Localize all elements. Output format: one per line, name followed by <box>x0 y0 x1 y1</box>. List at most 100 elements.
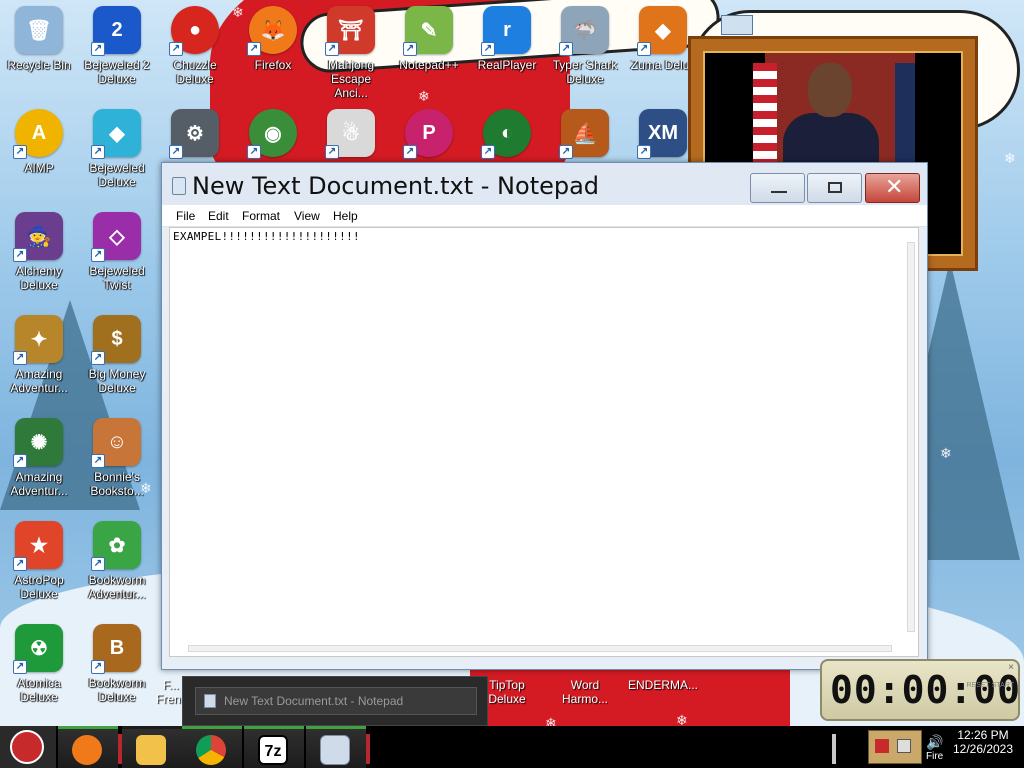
desktop-icon-realplayer[interactable]: r ↗ RealPlayer <box>468 0 546 100</box>
desktop-icon-amazing-adventures-1[interactable]: ✦ ↗ Amazing Adventur... <box>0 309 78 409</box>
desktop-icon-label-tiptop[interactable]: TipTop Deluxe <box>484 678 530 706</box>
menu-edit[interactable]: Edit <box>208 209 229 223</box>
gear-app-icon: ⚙ ↗ <box>169 109 219 159</box>
desktop-icon-label: Bonnie's Booksto... <box>90 470 144 498</box>
notepad-menu-bar: File Edit Format View Help <box>162 205 927 227</box>
shortcut-arrow-icon: ↗ <box>91 248 105 262</box>
taskbar-firefox[interactable] <box>58 726 118 768</box>
desktop-icon-alchemy-deluxe[interactable]: 🧙 ↗ Alchemy Deluxe <box>0 206 78 306</box>
desktop-icon-big-money-deluxe[interactable]: $ ↗ Big Money Deluxe <box>78 309 156 409</box>
desktop-icon-label: Recycle Bin <box>7 58 71 72</box>
desktop-icon-bejeweled-twist[interactable]: ◇ ↗ Bejeweled Twist <box>78 206 156 306</box>
bejeweled-twist-icon: ◇ ↗ <box>91 212 141 262</box>
desktop-icon-mahjong-escape[interactable]: ⛩ ↗ Mahjong Escape Anci... <box>312 0 390 100</box>
taskbar-file-explorer[interactable] <box>122 726 182 768</box>
notepad-title: New Text Document.txt - Notepad <box>192 172 600 200</box>
desktop-icon-chuzzle-deluxe[interactable]: ● ↗ Chuzzle Deluxe <box>156 0 234 100</box>
notepad-icon <box>320 735 350 765</box>
shortcut-arrow-icon: ↗ <box>325 42 339 56</box>
taskbar-thumbnail-preview[interactable]: New Text Document.txt - Notepad <box>182 676 488 726</box>
bejeweled-deluxe-icon: ◆ ↗ <box>91 109 141 159</box>
tray-flag-icon[interactable] <box>875 739 889 753</box>
timer-close-icon[interactable]: × <box>1008 662 1014 673</box>
snowflake: ❄ <box>545 715 557 726</box>
desktop-icon-firefox[interactable]: 🦊 ↗ Firefox <box>234 0 312 100</box>
desktop-icon-label: Bookworm Deluxe <box>88 676 146 704</box>
taskbar-notepad[interactable] <box>306 726 366 768</box>
clock-date: 12/26/2023 <box>952 742 1014 756</box>
desktop-icon-label: AIMP <box>24 161 54 175</box>
shortcut-arrow-icon: ↗ <box>91 660 105 674</box>
shortcut-arrow-icon: ↗ <box>91 351 105 365</box>
desktop-icon-bookworm-deluxe[interactable]: B ↗ Bookworm Deluxe <box>78 618 156 718</box>
notepad-title-bar[interactable]: New Text Document.txt - Notepad ✕ <box>162 163 927 205</box>
start-button[interactable] <box>0 726 56 768</box>
desktop-icon-amazing-adventures-2[interactable]: ✺ ↗ Amazing Adventur... <box>0 412 78 512</box>
shortcut-arrow-icon: ↗ <box>559 145 573 159</box>
minimize-button[interactable] <box>750 173 805 203</box>
zuma-deluxe-icon: ◆ ↗ <box>637 6 687 56</box>
desktop-icon-label: Atomica Deluxe <box>17 676 61 704</box>
notepad-window[interactable]: New Text Document.txt - Notepad ✕ File E… <box>161 162 928 670</box>
desktop-icon-label-word-harmony[interactable]: Word Harmo... <box>558 678 612 706</box>
desktop-icon-label: Bejeweled Twist <box>89 264 145 292</box>
shortcut-arrow-icon: ↗ <box>637 42 651 56</box>
timer-side-controls[interactable]: RESET START <box>967 681 1014 690</box>
desktop-icon-label: Big Money Deluxe <box>88 367 146 395</box>
notepad-plus-plus-icon: ✎ ↗ <box>403 6 453 56</box>
shortcut-arrow-icon: ↗ <box>13 145 27 159</box>
desktop-icon-typer-shark-deluxe[interactable]: 🦈 ↗ Typer Shark Deluxe <box>546 0 624 100</box>
menu-help[interactable]: Help <box>333 209 358 223</box>
menu-format[interactable]: Format <box>242 209 280 223</box>
desktop-icon-aimp[interactable]: A ↗ AIMP <box>0 103 78 203</box>
chrome-icon <box>196 735 226 765</box>
shortcut-arrow-icon: ↗ <box>169 145 183 159</box>
folder-icon <box>136 735 166 765</box>
shortcut-arrow-icon: ↗ <box>13 454 27 468</box>
desktop-icon-bookworm-adventures[interactable]: ✿ ↗ Bookworm Adventur... <box>78 515 156 615</box>
bookworm-deluxe-icon: B ↗ <box>91 624 141 674</box>
alchemy-deluxe-icon: 🧙 ↗ <box>13 212 63 262</box>
menu-file[interactable]: File <box>176 209 195 223</box>
thumbnail-title: New Text Document.txt - Notepad <box>224 694 404 708</box>
green-game-icon: ◐ ↗ <box>481 109 531 159</box>
desktop-icon-label: Notepad++ <box>399 58 459 72</box>
portrait-flag-us <box>753 63 777 173</box>
thumbnail-item[interactable]: New Text Document.txt - Notepad <box>195 687 477 715</box>
taskbar-chrome[interactable] <box>182 726 242 768</box>
desktop-icon-label: Bookworm Adventur... <box>88 573 146 601</box>
shortcut-arrow-icon: ↗ <box>247 42 261 56</box>
notepad-app-icon[interactable] <box>172 177 186 195</box>
desktop-icon-label-enderman[interactable]: ENDERMA... <box>628 678 698 692</box>
shortcut-arrow-icon: ↗ <box>637 145 651 159</box>
xmplay-icon: XM ↗ <box>637 109 687 159</box>
maximize-icon <box>828 182 842 193</box>
horizontal-scrollbar[interactable] <box>188 645 892 652</box>
notepad-text-area[interactable]: EXAMPEL!!!!!!!!!!!!!!!!!!!! <box>169 227 919 657</box>
desktop-icon-astropop-deluxe[interactable]: ★ ↗ AstroPop Deluxe <box>0 515 78 615</box>
minimize-icon <box>771 191 787 193</box>
desktop-icon-recycle-bin[interactable]: 🗑 Recycle Bin <box>0 0 78 100</box>
bonnies-bookstore-icon: ☺ ↗ <box>91 418 141 468</box>
tray-area[interactable] <box>868 730 922 764</box>
desktop-icon-notepad-plus-plus[interactable]: ✎ ↗ Notepad++ <box>390 0 468 100</box>
taskbar-clock[interactable]: 12:26 PM 12/26/2023 <box>944 728 1022 756</box>
tray-network-icon[interactable] <box>897 739 911 753</box>
desktop-icon-label: Bejeweled Deluxe <box>89 161 145 189</box>
desktop-icon-bonnies-bookstore[interactable]: ☺ ↗ Bonnie's Booksto... <box>78 412 156 512</box>
desktop-icon-atomica-deluxe[interactable]: ☢ ↗ Atomica Deluxe <box>0 618 78 718</box>
vertical-scrollbar[interactable] <box>907 242 915 632</box>
shortcut-arrow-icon: ↗ <box>13 351 27 365</box>
desktop-icon-bejeweled-2-deluxe[interactable]: 2 ↗ Bejeweled 2 Deluxe <box>78 0 156 100</box>
clock-time: 12:26 PM <box>957 728 1009 742</box>
volume-icon[interactable]: 🔊 <box>926 734 943 751</box>
desktop-icon-bejeweled-deluxe[interactable]: ◆ ↗ Bejeweled Deluxe <box>78 103 156 203</box>
maximize-button[interactable] <box>807 173 862 203</box>
timer-widget[interactable]: 00:00:00 × RESET START <box>820 659 1020 721</box>
tray-label: Fire <box>926 751 944 762</box>
viking-game-icon: ⛵ ↗ <box>559 109 609 159</box>
portrait-window-tab[interactable] <box>721 15 753 35</box>
taskbar-7zip[interactable]: 7z <box>244 726 304 768</box>
menu-view[interactable]: View <box>294 209 320 223</box>
close-button[interactable]: ✕ <box>865 173 920 203</box>
